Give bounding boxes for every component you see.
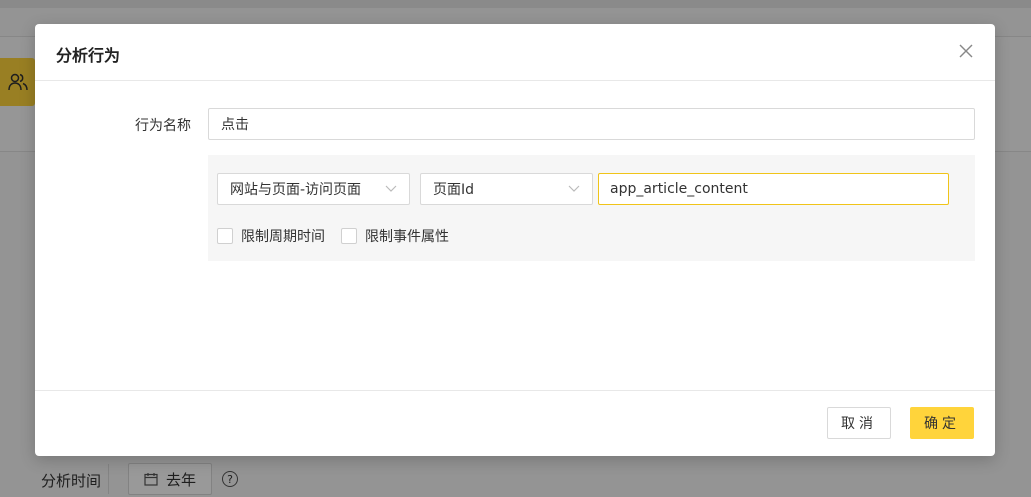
dialog-footer: 取消 确定 (35, 390, 995, 456)
cancel-button[interactable]: 取消 (827, 407, 891, 439)
limit-event-attr-checkbox[interactable]: 限制事件属性 (341, 227, 449, 245)
close-button[interactable] (956, 41, 976, 61)
checkbox-box[interactable] (341, 228, 357, 244)
event-select[interactable]: 网站与页面-访问页面 (217, 173, 410, 205)
event-config-panel: 网站与页面-访问页面 页面Id 限制周期时间 限制事件属性 (208, 155, 975, 261)
analysis-behavior-dialog: 分析行为 行为名称 网站与页面-访问页面 页面Id 限制周期时间 (35, 24, 995, 456)
dialog-title: 分析行为 (56, 46, 121, 65)
behavior-name-input[interactable] (208, 108, 975, 140)
confirm-button[interactable]: 确定 (910, 407, 974, 439)
limit-event-attr-label: 限制事件属性 (365, 229, 449, 245)
event-select-value: 网站与页面-访问页面 (230, 182, 362, 198)
behavior-name-label: 行为名称 (135, 118, 191, 134)
chevron-down-icon (568, 185, 580, 192)
property-select[interactable]: 页面Id (420, 173, 593, 205)
dialog-header: 分析行为 (35, 24, 995, 81)
checkbox-box[interactable] (217, 228, 233, 244)
chevron-down-icon (385, 185, 397, 192)
limit-period-checkbox[interactable]: 限制周期时间 (217, 227, 325, 245)
close-icon (959, 44, 973, 58)
property-select-value: 页面Id (433, 182, 475, 198)
limit-period-label: 限制周期时间 (241, 229, 325, 245)
property-value-input[interactable] (598, 173, 949, 205)
